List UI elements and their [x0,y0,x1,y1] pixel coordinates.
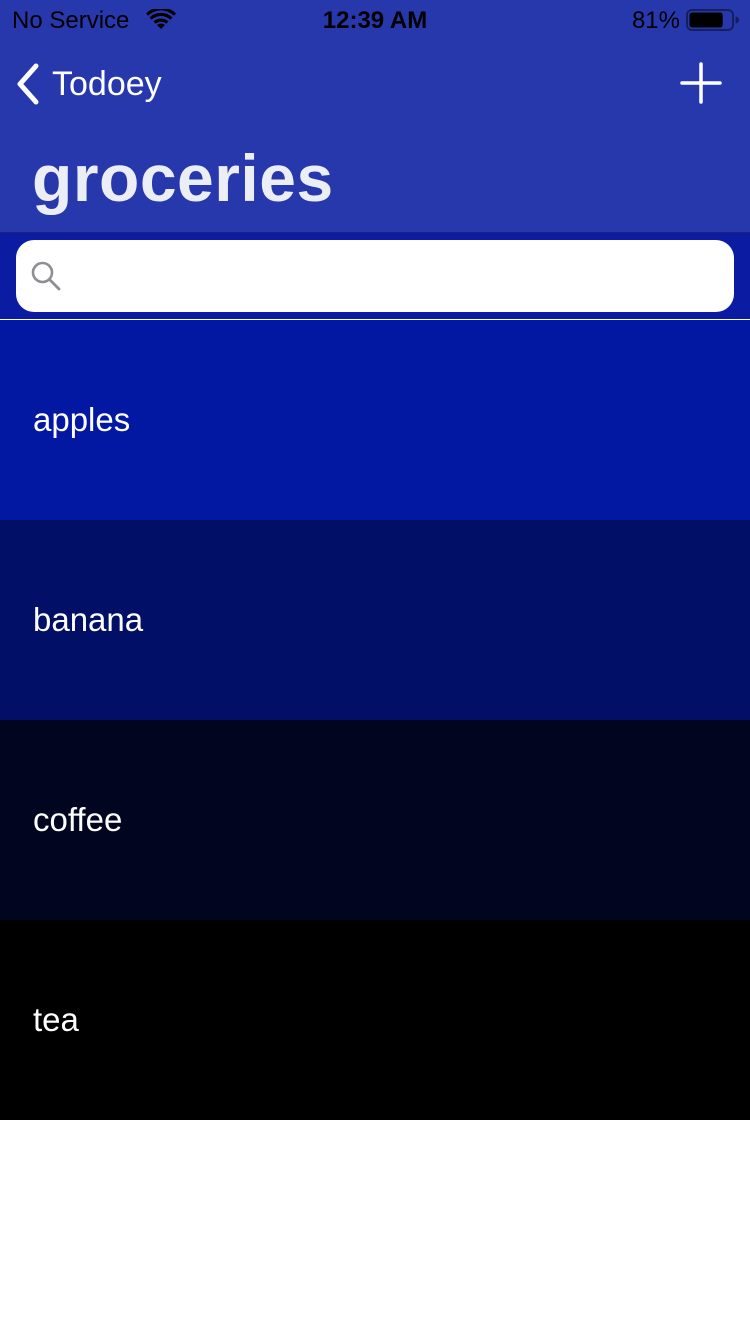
screen: No Service 12:39 AM 81% Todoey groceries… [0,0,750,1334]
list-item-label: banana [33,601,144,638]
search-field[interactable] [16,240,734,312]
page-title: groceries [32,141,334,215]
search-icon [31,261,61,291]
status-bar: No Service 12:39 AM 81% [0,0,750,40]
list-item-label: tea [33,1001,79,1038]
list-item[interactable]: apples [0,320,750,520]
battery-icon [686,9,739,31]
back-button-label: Todoey [52,65,162,103]
list-item[interactable]: banana [0,520,750,720]
plus-icon[interactable] [680,62,722,104]
back-button[interactable]: Todoey [14,60,162,108]
list-item[interactable]: coffee [0,720,750,920]
search-bar [0,233,750,319]
navigation-header: No Service 12:39 AM 81% Todoey groceries [0,0,750,232]
chevron-left-icon [17,63,39,105]
battery-percent-label: 81% [631,7,680,34]
list-item[interactable]: tea [0,920,750,1120]
list-item-label: apples [33,401,131,438]
items-list: apples banana coffee tea [0,320,750,1120]
list-item-label: coffee [33,801,123,838]
search-input[interactable] [74,240,714,312]
